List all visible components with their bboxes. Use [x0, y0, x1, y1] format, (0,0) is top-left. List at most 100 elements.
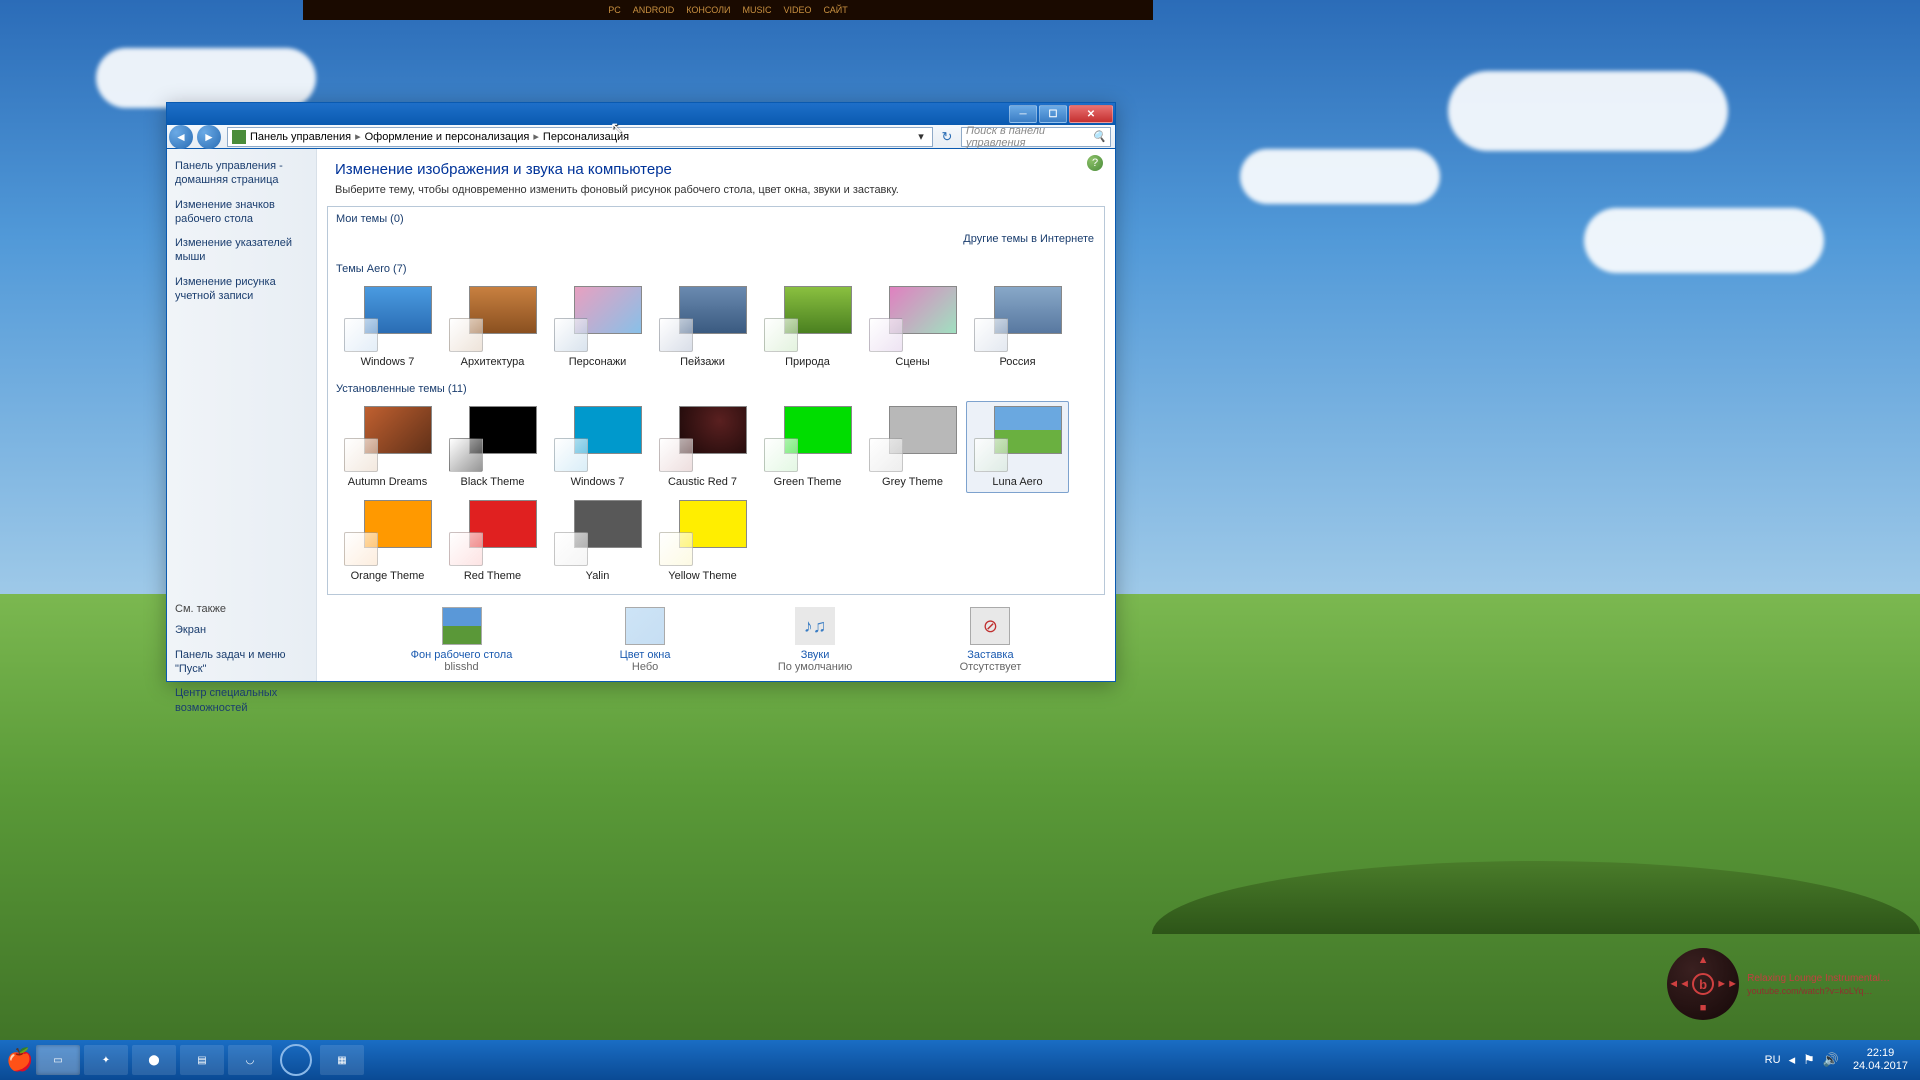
theme-item[interactable]: Yellow Theme	[651, 495, 754, 587]
control-panel-icon	[232, 130, 246, 144]
address-bar[interactable]: Панель управления ▸ Оформление и персона…	[227, 127, 933, 147]
navbar: ◄ ► Панель управления ▸ Оформление и пер…	[167, 125, 1115, 149]
breadcrumb-root[interactable]: Панель управления	[250, 131, 351, 143]
media-logo-icon[interactable]: b	[1692, 973, 1714, 995]
theme-item[interactable]: Red Theme	[441, 495, 544, 587]
theme-item[interactable]: Grey Theme	[861, 401, 964, 493]
theme-name: Red Theme	[464, 570, 521, 582]
theme-name: Сцены	[895, 356, 929, 368]
cortana-icon[interactable]	[280, 1044, 312, 1076]
search-input[interactable]: Поиск в панели управления 🔍	[961, 127, 1111, 147]
media-source: youtube.com/watch?v=koLYq…	[1747, 986, 1890, 996]
media-prev-icon[interactable]: ◄◄	[1668, 978, 1690, 990]
theme-name: Yalin	[586, 570, 610, 582]
theme-item[interactable]: Windows 7	[336, 281, 439, 373]
theme-item[interactable]: Luna Aero	[966, 401, 1069, 493]
theme-item[interactable]: Caustic Red 7	[651, 401, 754, 493]
theme-name: Grey Theme	[882, 476, 943, 488]
sidebar: Панель управления - домашняя страница Изм…	[167, 149, 317, 681]
banner-link[interactable]: КОНСОЛИ	[686, 5, 730, 15]
close-button[interactable]: ✕	[1069, 105, 1113, 123]
setting-item[interactable]: Фон рабочего столаblisshd	[411, 607, 513, 673]
banner-link[interactable]: PC	[608, 5, 621, 15]
theme-name: Black Theme	[461, 476, 525, 488]
setting-item[interactable]: ♪♫ЗвукиПо умолчанию	[778, 607, 852, 673]
page-desc: Выберите тему, чтобы одновременно измени…	[335, 184, 1097, 196]
sidebar-link[interactable]: Центр специальных возможностей	[175, 686, 308, 715]
back-button[interactable]: ◄	[169, 125, 193, 149]
media-title: Relaxing Lounge Instrumental…	[1747, 973, 1890, 984]
media-next-icon[interactable]: ►►	[1716, 978, 1738, 990]
sidebar-link[interactable]: Изменение значков рабочего стола	[175, 198, 308, 227]
theme-item[interactable]: Windows 7	[546, 401, 649, 493]
task-item[interactable]: ▦	[320, 1045, 364, 1075]
theme-name: Yellow Theme	[668, 570, 737, 582]
forward-button[interactable]: ►	[197, 125, 221, 149]
tray-clock[interactable]: 22:19 24.04.2017	[1853, 1047, 1908, 1073]
start-button[interactable]: 🍎	[6, 1046, 34, 1074]
theme-name: Caustic Red 7	[668, 476, 737, 488]
themes-panel[interactable]: Мои темы (0) Другие темы в Интернете Тем…	[327, 206, 1105, 595]
section-my-themes: Мои темы (0)	[328, 207, 1104, 227]
theme-item[interactable]: Autumn Dreams	[336, 401, 439, 493]
theme-item[interactable]: Black Theme	[441, 401, 544, 493]
theme-item[interactable]: Orange Theme	[336, 495, 439, 587]
theme-name: Autumn Dreams	[348, 476, 427, 488]
online-themes-link[interactable]: Другие темы в Интернете	[963, 233, 1094, 245]
theme-name: Персонажи	[569, 356, 627, 368]
refresh-button[interactable]: ↻	[937, 127, 957, 147]
banner-link[interactable]: VIDEO	[783, 5, 811, 15]
theme-name: Природа	[785, 356, 830, 368]
media-stop-icon[interactable]: ■	[1700, 1002, 1707, 1014]
theme-item[interactable]: Yalin	[546, 495, 649, 587]
language-indicator[interactable]: RU	[1765, 1054, 1781, 1066]
theme-name: Windows 7	[361, 356, 415, 368]
banner-link[interactable]: САЙТ	[823, 5, 847, 15]
setting-item[interactable]: Цвет окнаНебо	[620, 607, 671, 673]
theme-item[interactable]: Архитектура	[441, 281, 544, 373]
sidebar-link[interactable]: Изменение указателей мыши	[175, 236, 308, 265]
sidebar-link[interactable]: Панель управления - домашняя страница	[175, 159, 308, 188]
theme-name: Green Theme	[774, 476, 842, 488]
theme-name: Luna Aero	[992, 476, 1042, 488]
banner-link[interactable]: ANDROID	[633, 5, 675, 15]
theme-item[interactable]: Сцены	[861, 281, 964, 373]
tray-action-icon[interactable]: ⚑	[1803, 1052, 1815, 1068]
setting-item[interactable]: ⊘ЗаставкаОтсутствует	[960, 607, 1022, 673]
media-up-icon[interactable]: ▲	[1698, 954, 1709, 966]
search-icon[interactable]: 🔍	[1092, 130, 1106, 143]
theme-name: Orange Theme	[351, 570, 425, 582]
sidebar-link[interactable]: Изменение рисунка учетной записи	[175, 275, 308, 304]
theme-name: Архитектура	[461, 356, 525, 368]
theme-item[interactable]: Green Theme	[756, 401, 859, 493]
address-dropdown[interactable]: ▾	[914, 130, 928, 143]
sidebar-link[interactable]: Панель задач и меню "Пуск"	[175, 648, 308, 677]
tray-volume-icon[interactable]: 🔊	[1823, 1052, 1839, 1068]
see-also-label: См. также	[175, 603, 308, 615]
breadcrumb-mid[interactable]: Оформление и персонализация	[365, 131, 530, 143]
maximize-button[interactable]: ☐	[1039, 105, 1067, 123]
task-item[interactable]: ◡	[228, 1045, 272, 1075]
theme-name: Пейзажи	[680, 356, 725, 368]
theme-name: Windows 7	[571, 476, 625, 488]
theme-item[interactable]: Персонажи	[546, 281, 649, 373]
content: Изменение изображения и звука на компьют…	[317, 149, 1115, 681]
task-item[interactable]: ▤	[180, 1045, 224, 1075]
help-icon[interactable]: ?	[1087, 155, 1103, 171]
task-item[interactable]: ▭	[36, 1045, 80, 1075]
task-item[interactable]: ✦	[84, 1045, 128, 1075]
top-banner: PC ANDROID КОНСОЛИ MUSIC VIDEO САЙТ	[303, 0, 1153, 20]
theme-item[interactable]: Природа	[756, 281, 859, 373]
minimize-button[interactable]: ─	[1009, 105, 1037, 123]
sidebar-link[interactable]: Экран	[175, 623, 308, 637]
theme-item[interactable]: Россия	[966, 281, 1069, 373]
page-title: Изменение изображения и звука на компьют…	[335, 161, 1097, 178]
breadcrumb-leaf[interactable]: Персонализация	[543, 131, 629, 143]
task-item[interactable]: ⬤	[132, 1045, 176, 1075]
taskbar: 🍎 ▭ ✦ ⬤ ▤ ◡ ▦ RU ◂ ⚑ 🔊 22:19 24.04.2017	[0, 1040, 1920, 1080]
tray-chevron-icon[interactable]: ◂	[1789, 1052, 1796, 1068]
titlebar[interactable]: ─ ☐ ✕	[167, 103, 1115, 125]
theme-item[interactable]: Пейзажи	[651, 281, 754, 373]
personalization-window: ─ ☐ ✕ ◄ ► Панель управления ▸ Оформление…	[166, 102, 1116, 682]
banner-link[interactable]: MUSIC	[742, 5, 771, 15]
